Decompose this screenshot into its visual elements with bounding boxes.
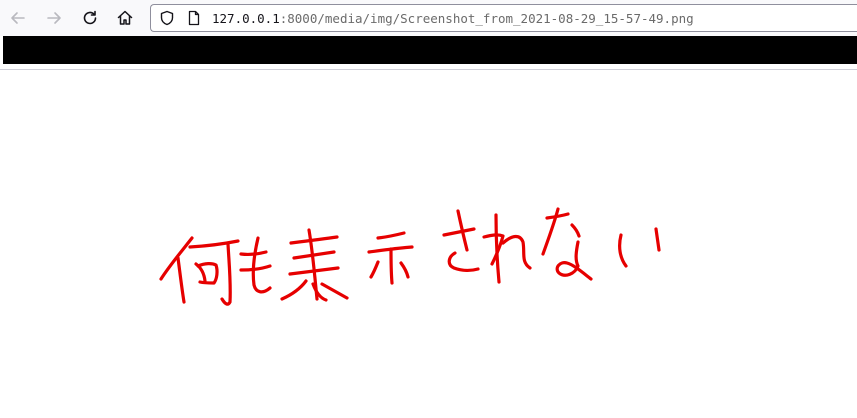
handwritten-image: [159, 207, 661, 306]
handwriting-strokes: [159, 207, 661, 306]
